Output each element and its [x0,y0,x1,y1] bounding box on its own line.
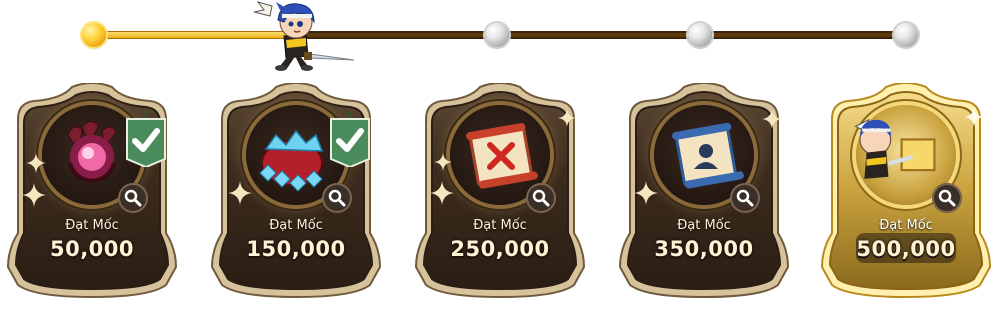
diamond-sack-icon [259,129,324,192]
zoom-reward-button[interactable] [526,183,556,213]
sparkle-icon [762,109,782,129]
sparkle-icon [26,153,46,173]
milestone-value: 350,000 [654,237,754,261]
milestone-card-3[interactable]: Đạt Mốc 250,000 [408,83,592,305]
milestone-caption: Đạt Mốc [269,218,323,233]
sparkle-icon [430,181,454,205]
sparkle-icon [228,181,252,205]
milestone-value: 500,000 [856,237,956,261]
milestone-card-1[interactable]: Đạt Mốc 50,000 [0,83,184,305]
sparkle-icon [964,107,984,127]
magnifier-icon [124,189,142,207]
claimed-check-icon [126,111,166,167]
milestone-caption: Đạt Mốc [473,218,527,233]
milestone-progress-track [82,23,918,47]
progress-node-3 [485,23,509,47]
milestone-value: 50,000 [49,237,135,261]
progress-node-1 [82,23,106,47]
milestone-caption: Đạt Mốc [65,218,119,233]
claimed-check-icon [330,111,370,167]
sparkle-icon [434,153,452,171]
magnifier-icon [736,189,754,207]
progress-node-4 [688,23,712,47]
magnifier-icon [328,189,346,207]
progress-node-5 [894,23,918,47]
magnifier-icon [532,189,550,207]
red-x-scroll-icon [466,123,538,189]
zoom-reward-button[interactable] [322,183,352,213]
blue-portrait-scroll-icon [672,122,744,189]
sparkle-icon [634,181,658,205]
sparkle-icon [22,183,46,207]
sparkle-icon [558,109,576,127]
zoom-reward-button[interactable] [932,183,962,213]
runner-character-icon [253,1,355,71]
zoom-reward-button[interactable] [118,183,148,213]
milestone-value: 150,000 [246,237,346,261]
milestone-caption: Đạt Mốc [677,218,731,233]
milestone-card-2[interactable]: Đạt Mốc 150,000 [204,83,388,305]
milestone-value: 250,000 [450,237,550,261]
zoom-reward-button[interactable] [730,183,760,213]
pink-orb-in-claw-icon [67,121,117,184]
milestone-caption: Đạt Mốc [879,218,933,233]
milestone-card-5[interactable]: Đạt Mốc 500,000 [814,83,998,305]
magnifier-icon [938,189,956,207]
milestone-card-4[interactable]: Đạt Mốc 350,000 [612,83,796,305]
